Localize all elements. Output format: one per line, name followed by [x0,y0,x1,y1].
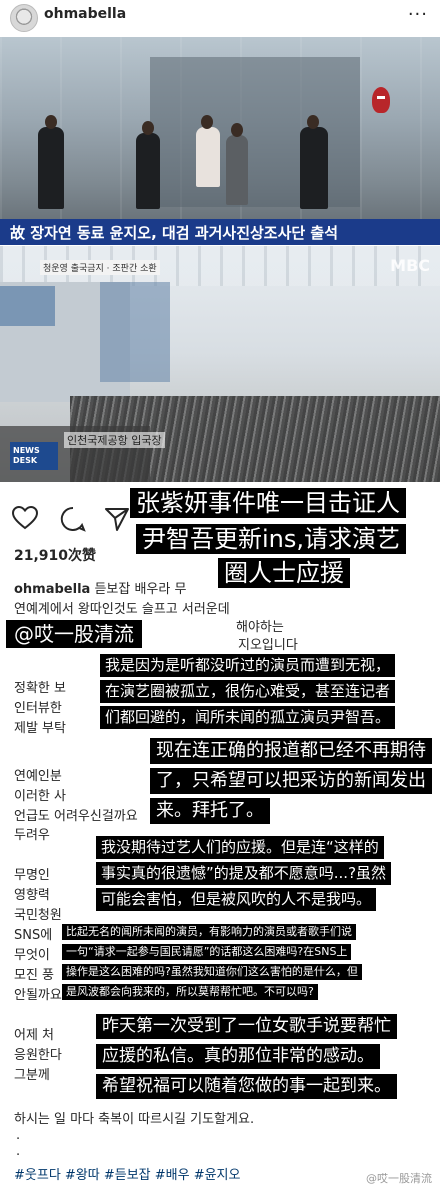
translation-line: 了，只希望可以把采访的新闻发出 [150,768,432,794]
translation-line: 比起无名的闻所未闻的演员，有影响力的演员或者歌手们说 [62,924,356,941]
caption-line: 연예인분 [14,769,62,784]
news-photo-1: 故 장자연 동료 윤지오, 대검 과거사진상조사단 출석 [0,37,440,245]
translation-line: 我没期待过艺人们的应援。但是连“这样的 [96,836,384,859]
translation-line: 希望祝福可以随着您做的事一起到来。 [96,1074,397,1099]
airport-sign: 청운영 출국금지 · 조판간 소환 [40,260,160,275]
post-header: ohmabella ··· [0,0,440,36]
translation-line: 事实真的很遗憾”的提及都不愿意吗...?虽然 [96,862,392,885]
news-caption-text: 故 장자연 동료 윤지오, 대검 과거사진상조사단 출석 [10,224,339,242]
caption-line: 무엇이 [14,948,50,963]
caption-line: 제발 부탁 [14,721,66,736]
translation-line: 操作是这么困难的吗?虽然我知道你们这么害怕的是什么，但 [62,964,362,981]
caption-username[interactable]: ohmabella [14,582,90,597]
headline-line: 尹智吾更新ins,请求演艺 [136,524,407,555]
more-options-icon[interactable]: ··· [408,4,428,25]
news-photo-2: 청운영 출국금지 · 조판간 소환 MBC NEWS DESK 인천국제공항 입… [0,246,440,482]
caption-line: 무명인 [14,868,50,883]
caption-line: 모진 풍 [14,968,55,983]
caption-line: 국민청원 [14,908,62,923]
news-caption: 故 장자연 동료 윤지오, 대검 과거사진상조사단 출석 [0,219,440,245]
headline-line: 圈人士应援 [218,558,350,589]
translation-line: 现在连正确的报道都已经不再期待 [150,738,432,764]
translation-line: 们都回避的，闻所未闻的孤立演员尹智吾。 [100,706,396,729]
avatar[interactable] [10,4,38,32]
headline-line: 张紫妍事件唯一目击证人 [130,488,406,519]
heart-icon[interactable] [12,506,38,530]
caption-line: 해야하는 [236,620,284,635]
translation-line: 昨天第一次受到了一位女歌手说要帮忙 [96,1014,397,1039]
caption-line: 언급도 어려우신걸까요 [14,809,138,824]
hashtags[interactable]: #웃프다 #왕따 #듣보잡 #배우 #윤지오 [14,1164,240,1183]
author-handle: @哎一股清流 [6,620,142,648]
caption-line: 어제 처 [14,1028,55,1043]
translation-line: 在演艺圈被孤立，很伤心难受，甚至连记者 [100,680,396,703]
caption-line: 응원한다 [14,1048,62,1063]
caption-line: 영향력 [14,888,50,903]
caption-line: 정확한 보 [14,681,66,696]
caption-line: SNS에 [14,928,53,943]
caption-line: ohmabella 듣보잡 배우라 무 [14,578,186,597]
caption-line: 연예계에서 왕따인것도 슬프고 서러운데 [14,602,230,617]
weibo-watermark: @哎一股清流 [366,1172,432,1185]
likes-count[interactable]: 21,910次赞 [14,545,96,565]
newsdesk-logo: NEWS DESK [13,446,40,465]
mbc-logo-icon [372,87,390,113]
caption-line: 안될까요 [14,988,62,1003]
caption-text: 듣보잡 배우라 무 [94,582,187,597]
translation-line: 一句“请求一起参与国民请愿”的话都这么困难吗?在SNS上 [62,944,352,961]
caption-dots: . [16,1144,21,1159]
caption-line: 인터뷰한 [14,701,62,716]
comment-icon[interactable] [60,506,86,532]
location-subtitle: 인천국제공항 입국장 [64,432,165,448]
broadcaster-watermark: MBC [390,256,430,275]
translation-line: 我是因为是听都没听过的演员而遭到无视， [100,654,396,677]
caption-line: 이러한 사 [14,789,66,804]
caption-line: 지오입니다 [238,638,298,653]
caption-line: 두려우 [14,828,50,843]
translation-line: 可能会害怕，但是被风吹的人不是我吗。 [96,888,377,911]
caption-line: 하시는 일 마다 축복이 따르시길 기도할게요. [14,1112,255,1127]
caption-dots: . [16,1128,21,1143]
translation-line: 来。拜托了。 [150,798,270,824]
translation-line: 是风波都会向我来的，所以莫帮帮忙吧。不可以吗? [62,984,318,1001]
username[interactable]: ohmabella [44,6,126,22]
caption-line: 그분께 [14,1068,50,1083]
translation-line: 应援的私信。真的那位非常的感动。 [96,1044,380,1069]
share-icon[interactable] [104,506,130,532]
